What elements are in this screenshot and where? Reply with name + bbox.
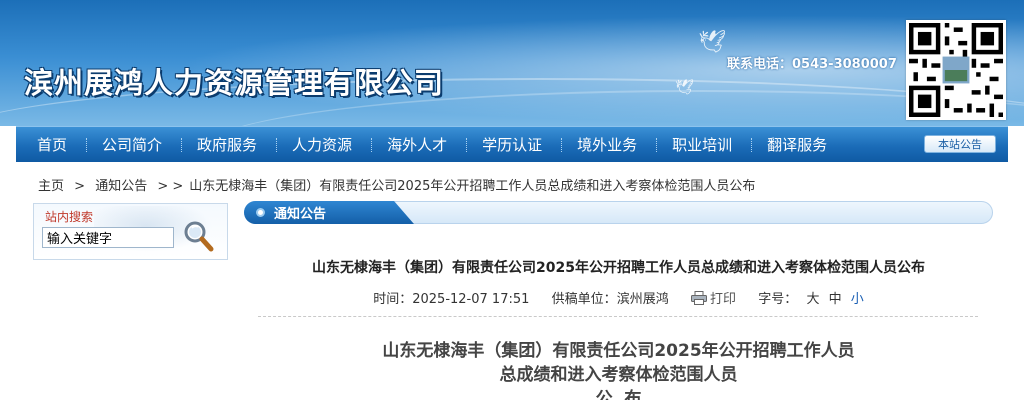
main-nav: 首页 公司简介 政府服务 人力资源 海外人才 学历认证 境外业务 职业培训 翻译… — [16, 126, 1008, 162]
print-button[interactable]: 打印 — [690, 291, 740, 309]
breadcrumb-separator: > — [74, 179, 86, 194]
section-header-tab — [244, 201, 414, 224]
site-notice-button[interactable]: 本站公告 — [924, 135, 996, 153]
nav-item-overseas-business[interactable]: 境外业务 — [562, 127, 658, 163]
time-label: 时间： — [373, 292, 413, 307]
font-size-label: 字号： — [758, 292, 798, 307]
breadcrumb-home-link[interactable]: 主页 — [38, 179, 64, 194]
qr-code-icon — [906, 20, 1006, 120]
site-title[interactable]: 滨州展鸿人力资源管理有限公司 — [24, 60, 444, 102]
site-search-title: 站内搜索 — [45, 210, 94, 224]
search-input[interactable] — [42, 227, 174, 248]
nav-item-home[interactable]: 首页 — [22, 127, 88, 163]
divider — [258, 316, 978, 317]
font-size-medium[interactable]: 中 — [829, 292, 842, 307]
font-size-small[interactable]: 小 — [851, 292, 864, 307]
print-label: 打印 — [709, 292, 736, 307]
article-meta: 时间：2025-12-07 17:51 供稿单位：滨州展鸿 打印 字号： 大 中… — [244, 288, 993, 309]
source-value: 滨州展鸿 — [616, 292, 669, 307]
magnifier-icon[interactable] — [181, 219, 215, 253]
body-heading-line: 公 布 — [595, 389, 642, 400]
section-title: 通知公告 — [274, 207, 327, 222]
nav-item-government-services[interactable]: 政府服务 — [182, 127, 278, 163]
publish-time: 2025-12-07 17:51 — [412, 292, 530, 307]
site-header-banner: 🕊 🕊 滨州展鸿人力资源管理有限公司 联系电话：0543-3080007 — [0, 0, 1024, 126]
breadcrumb-current: 山东无棣海丰（集团）有限责任公司2025年公开招聘工作人员总成绩和进入考察体检范… — [189, 179, 756, 194]
article-title: 山东无棣海丰（集团）有限责任公司2025年公开招聘工作人员总成绩和进入考察体检范… — [312, 260, 925, 276]
printer-icon — [690, 291, 707, 309]
font-size-large[interactable]: 大 — [806, 292, 819, 307]
nav-item-vocational-training[interactable]: 职业培训 — [657, 127, 753, 163]
dove-icon: 🕊 — [675, 78, 695, 96]
breadcrumb-separator: > > — [157, 179, 184, 194]
site-search-panel: 站内搜索 — [33, 203, 228, 260]
dove-icon: 🕊 — [698, 30, 726, 55]
nav-item-overseas-talent[interactable]: 海外人才 — [372, 127, 468, 163]
body-heading-line: 山东无棣海丰（集团）有限责任公司2025年公开招聘工作人员 — [382, 341, 855, 361]
nav-item-translation-services[interactable]: 翻译服务 — [752, 127, 847, 163]
nav-item-about[interactable]: 公司简介 — [87, 127, 183, 163]
breadcrumb-section-link[interactable]: 通知公告 — [95, 179, 147, 194]
bullet-icon — [256, 208, 265, 217]
source-label: 供稿单位： — [551, 292, 617, 307]
contact-phone: 联系电话：0543-3080007 — [727, 57, 897, 72]
nav-item-human-resources[interactable]: 人力资源 — [277, 127, 373, 163]
body-heading-line: 总成绩和进入考察体检范围人员 — [499, 365, 738, 385]
breadcrumb: 主页 > 通知公告 > > 山东无棣海丰（集团）有限责任公司2025年公开招聘工作… — [38, 175, 755, 194]
nav-item-degree-certification[interactable]: 学历认证 — [467, 127, 563, 163]
